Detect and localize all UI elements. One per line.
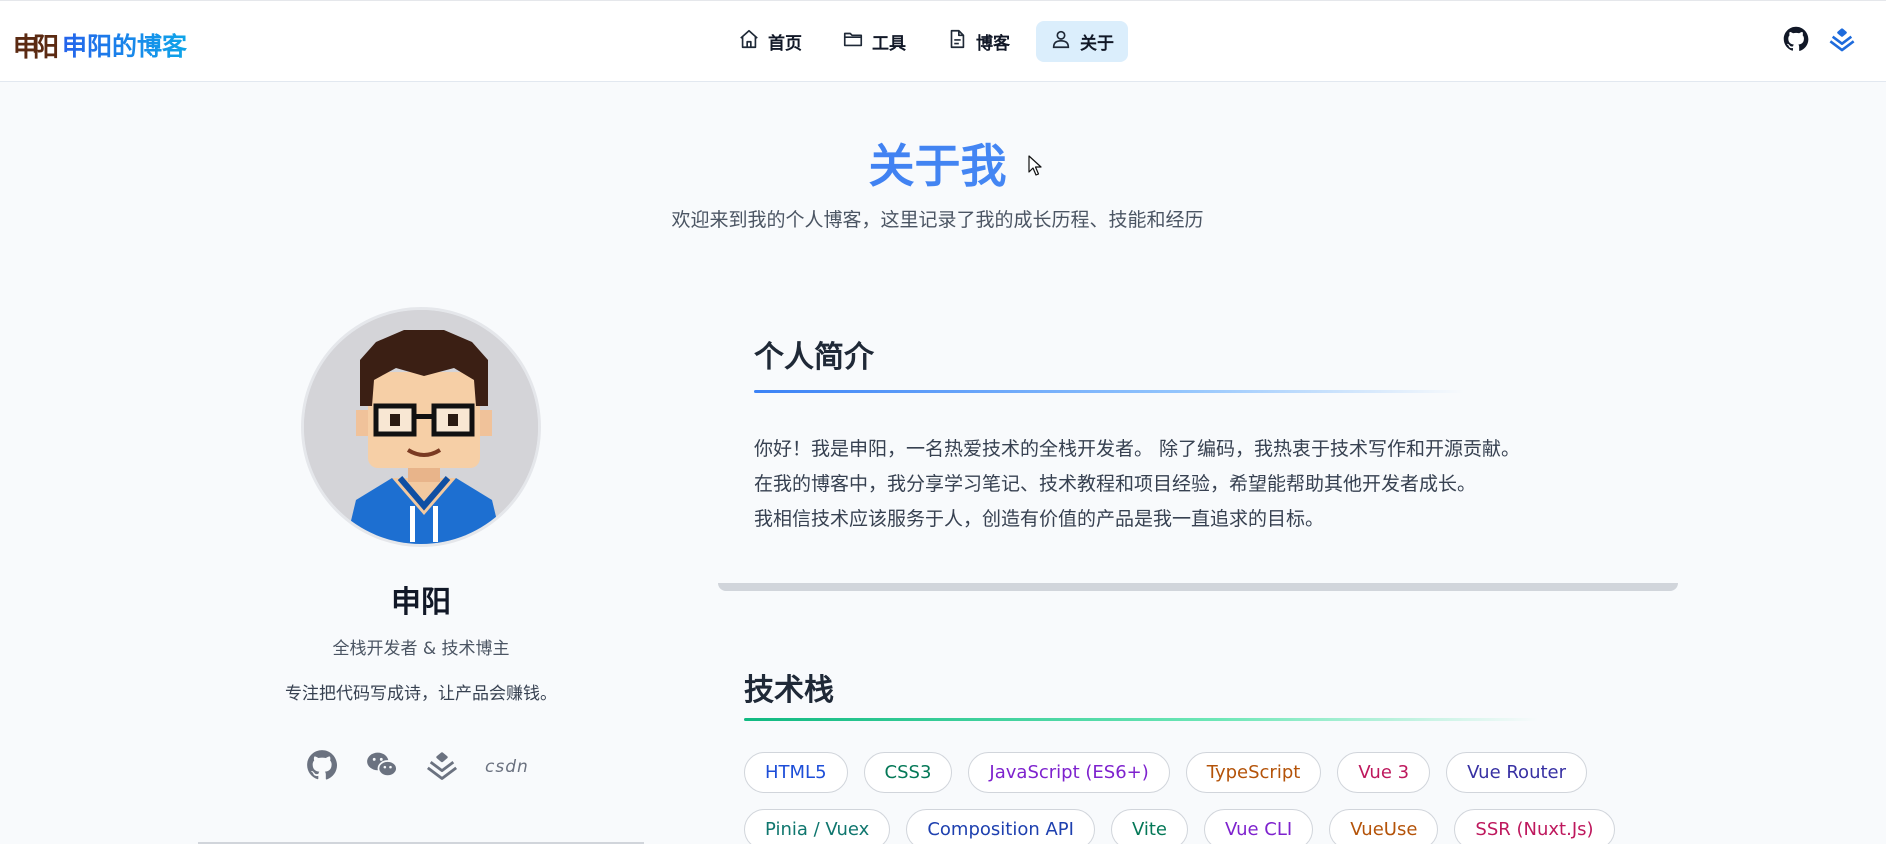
site-logo[interactable]: 申阳 申阳的博客 — [12, 27, 187, 63]
site-name: 申阳的博客 — [62, 27, 187, 63]
nav-label: 工具 — [872, 34, 906, 54]
profile-name: 申阳 — [391, 585, 451, 620]
nav-item-blog[interactable]: 博客 — [932, 21, 1024, 62]
logo-mark: 申阳 — [12, 32, 59, 63]
avatar — [301, 307, 541, 547]
github-icon[interactable] — [305, 748, 339, 786]
tech-tag[interactable]: Pinia / Vuex — [744, 809, 891, 844]
nav-item-tools[interactable]: 工具 — [828, 21, 920, 62]
card-bottom-edge — [718, 583, 1678, 591]
wechat-icon[interactable] — [365, 748, 399, 786]
user-icon — [1050, 28, 1072, 55]
tech-tag[interactable]: Vite — [1110, 809, 1189, 844]
github-icon[interactable] — [1782, 25, 1810, 57]
pixel-avatar-illustration — [304, 310, 538, 544]
home-icon — [738, 28, 760, 55]
page-subtitle: 欢迎来到我的个人博客，这里记录了我的成长历程、技能和经历 — [671, 209, 1204, 231]
nav-item-home[interactable]: 首页 — [724, 21, 816, 62]
profile-motto: 专注把代码写成诗，让产品会赚钱。 — [285, 684, 557, 704]
tech-tag[interactable]: Vue CLI — [1204, 809, 1314, 844]
tech-tag-list: HTML5 CSS3 JavaScript (ES6+) TypeScript Vue … — [744, 752, 1644, 844]
folder-icon — [842, 28, 864, 55]
top-navbar: 申阳 申阳的博客 首页 工具 博客 关于 — [0, 0, 1886, 82]
tech-tag[interactable]: HTML5 — [744, 752, 848, 793]
header-actions — [1782, 25, 1856, 57]
tech-tag[interactable]: SSR (Nuxt.Js) — [1454, 809, 1615, 844]
social-links: csdn — [305, 748, 529, 786]
nav-label: 首页 — [768, 34, 802, 54]
tech-tag[interactable]: Composition API — [906, 809, 1095, 844]
tech-tag[interactable]: Vue Router — [1446, 752, 1588, 793]
intro-section-title: 个人简介 — [754, 340, 874, 375]
profile-role: 全栈开发者 & 技术博主 — [332, 639, 510, 659]
juejin-icon[interactable] — [425, 748, 459, 786]
intro-line-2: 在我的博客中，我分享学习笔记、技术教程和项目经验，希望能帮助其他开发者成长。 — [754, 473, 1477, 495]
intro-underline — [754, 390, 1464, 393]
intro-text: 你好！我是申阳，一名热爱技术的全栈开发者。 除了编码，我热衷于技术写作和开源贡献… — [754, 432, 1654, 537]
csdn-link[interactable]: csdn — [485, 757, 529, 777]
nav-item-about[interactable]: 关于 — [1036, 21, 1128, 62]
nav-label: 博客 — [976, 34, 1010, 54]
tech-tag[interactable]: JavaScript (ES6+) — [968, 752, 1170, 793]
main-nav: 首页 工具 博客 关于 — [724, 21, 1128, 62]
tech-section-title: 技术栈 — [744, 673, 834, 708]
page-title: 关于我 — [0, 130, 1875, 196]
intro-line-3: 我相信技术应该服务于人，创造有价值的产品是我一直追求的目标。 — [754, 508, 1325, 530]
juejin-icon[interactable] — [1828, 25, 1856, 57]
mouse-cursor-icon — [1028, 155, 1042, 176]
tech-tag[interactable]: CSS3 — [863, 752, 953, 793]
tech-tag[interactable]: VueUse — [1329, 809, 1439, 844]
document-icon — [946, 28, 968, 55]
intro-line-1: 你好！我是申阳，一名热爱技术的全栈开发者。 除了编码，我热衷于技术写作和开源贡献… — [754, 438, 1521, 460]
tech-underline — [744, 718, 1538, 721]
nav-label: 关于 — [1080, 34, 1114, 54]
tech-tag[interactable]: Vue 3 — [1337, 752, 1431, 793]
tech-tag[interactable]: TypeScript — [1185, 752, 1322, 793]
